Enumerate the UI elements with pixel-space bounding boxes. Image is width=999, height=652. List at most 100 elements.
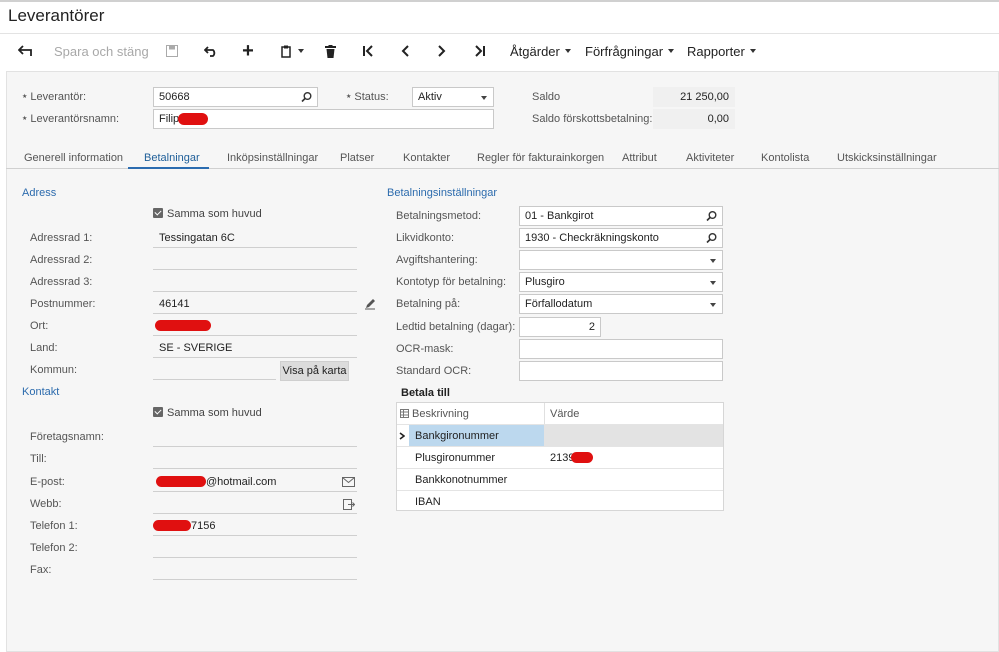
charges-select[interactable]	[519, 250, 723, 270]
contact-same-as-main[interactable]: Samma som huvud	[153, 407, 262, 419]
municipality-field[interactable]	[153, 360, 276, 380]
table-row[interactable]: Plusgironummer 2139	[397, 446, 723, 468]
reports-menu[interactable]: Rapporter	[687, 40, 756, 62]
status-value: Aktiv	[418, 91, 442, 103]
standard-ocr-field[interactable]	[519, 361, 723, 381]
chevron-down-icon	[668, 49, 675, 53]
row-value[interactable]	[544, 491, 723, 512]
pay-by-value: Förfallodatum	[525, 298, 593, 310]
search-icon[interactable]	[706, 211, 717, 222]
postal-code-label: Postnummer:	[30, 298, 96, 310]
save-icon[interactable]	[163, 40, 181, 62]
chevron-down-icon	[749, 49, 756, 53]
delete-icon[interactable]	[320, 40, 340, 62]
company-name-field[interactable]	[153, 427, 357, 447]
address-line2-label: Adressrad 2:	[30, 254, 93, 266]
column-header-value[interactable]: Värde	[544, 403, 723, 424]
tab-locations[interactable]: Platser	[340, 152, 374, 164]
checkbox-checked-icon[interactable]	[153, 407, 163, 417]
cash-account-field[interactable]: 1930 - Checkräkningskonto	[519, 228, 723, 248]
vendor-name-label: Leverantörsnamn:	[22, 113, 119, 125]
table-row[interactable]: Bankgironummer	[397, 424, 723, 446]
country-field[interactable]: SE - SVERIGE	[153, 338, 357, 358]
search-icon[interactable]	[706, 233, 717, 244]
last-record-icon[interactable]	[470, 40, 490, 62]
top-border	[0, 0, 999, 2]
tab-mailing-settings[interactable]: Utskicksinställningar	[837, 152, 937, 164]
tab-payments[interactable]: Betalningar	[144, 152, 200, 164]
checkbox-checked-icon[interactable]	[153, 208, 163, 218]
attention-field[interactable]	[153, 449, 357, 469]
chevron-down-icon	[710, 281, 716, 285]
account-type-label: Kontotyp för betalning:	[396, 276, 507, 288]
tab-purchase-settings[interactable]: Inköpsinställningar	[227, 152, 318, 164]
address-line3-field[interactable]	[153, 272, 357, 292]
row-value[interactable]	[544, 469, 723, 490]
vendor-field[interactable]: 50668	[153, 87, 318, 107]
redaction-mark	[153, 520, 191, 531]
copy-paste-icon[interactable]	[277, 40, 307, 62]
row-value[interactable]: 2139	[544, 447, 723, 468]
mail-icon[interactable]	[342, 477, 355, 487]
city-label: Ort:	[30, 320, 49, 332]
phone2-label: Telefon 2:	[30, 542, 78, 554]
tab-invoice-inbox-rules[interactable]: Regler för fakturainkorgen	[477, 152, 604, 164]
column-header-description[interactable]: Beskrivning	[412, 403, 544, 424]
row-description: IBAN	[415, 495, 441, 508]
show-on-map-button[interactable]: Visa på karta	[280, 361, 349, 381]
pay-to-title: Betala till	[401, 387, 450, 399]
phone1-field[interactable]: 7156	[153, 516, 357, 536]
municipality-label: Kommun:	[30, 364, 78, 376]
first-record-icon[interactable]	[358, 40, 378, 62]
tab-activities[interactable]: Aktiviteter	[686, 152, 734, 164]
address-line1-field[interactable]: Tessingatan 6C	[153, 228, 357, 248]
inquiries-menu[interactable]: Förfrågningar	[585, 40, 675, 62]
previous-record-icon[interactable]	[395, 40, 415, 62]
pay-by-select[interactable]: Förfallodatum	[519, 294, 723, 314]
phone2-field[interactable]	[153, 538, 357, 558]
open-link-icon[interactable]	[343, 499, 356, 510]
row-selector-icon	[397, 425, 409, 446]
ocr-mask-field[interactable]	[519, 339, 723, 359]
search-icon[interactable]	[301, 92, 312, 103]
table-row[interactable]: IBAN	[397, 490, 723, 512]
payment-method-field[interactable]: 01 - Bankgirot	[519, 206, 723, 226]
tab-account-list[interactable]: Kontolista	[761, 152, 809, 164]
tab-general[interactable]: Generell information	[24, 152, 123, 164]
next-record-icon[interactable]	[432, 40, 452, 62]
postal-code-field[interactable]: 46141	[153, 294, 357, 314]
redaction-mark	[156, 476, 206, 487]
edit-pencil-icon[interactable]	[364, 298, 376, 310]
vendor-name-field[interactable]: Filip	[153, 109, 494, 129]
web-field[interactable]	[153, 494, 357, 514]
table-row[interactable]: Bankkonotnummer	[397, 468, 723, 490]
redaction-mark	[178, 113, 209, 125]
chevron-down-icon	[481, 96, 487, 100]
account-type-select[interactable]: Plusgiro	[519, 272, 723, 292]
row-description: Bankgironummer	[409, 425, 544, 446]
lead-time-field[interactable]: 2	[519, 317, 601, 337]
address-same-as-main[interactable]: Samma som huvud	[153, 208, 262, 220]
add-icon[interactable]: +	[238, 40, 258, 62]
tab-contacts[interactable]: Kontakter	[403, 152, 450, 164]
phone1-value: 7156	[191, 519, 216, 532]
fax-field[interactable]	[153, 560, 357, 580]
contact-same-as-main-label: Samma som huvud	[167, 407, 262, 419]
save-close-button[interactable]: Spara och stäng	[54, 40, 149, 62]
payment-settings-title: Betalningsinställningar	[387, 187, 498, 199]
status-select[interactable]: Aktiv	[412, 87, 494, 107]
standard-ocr-label: Standard OCR:	[396, 365, 472, 377]
actions-menu[interactable]: Åtgärder	[510, 40, 571, 62]
row-value[interactable]	[544, 425, 723, 446]
undo-icon[interactable]	[201, 40, 221, 62]
ocr-mask-label: OCR-mask:	[396, 343, 454, 355]
vendor-name-value: Filip	[159, 113, 180, 125]
city-field[interactable]	[153, 316, 357, 336]
email-field[interactable]: @hotmail.com	[153, 472, 357, 492]
back-icon[interactable]	[14, 40, 36, 62]
grid-settings-icon[interactable]	[398, 403, 410, 424]
tab-attributes[interactable]: Attribut	[622, 152, 657, 164]
address-line2-field[interactable]	[153, 250, 357, 270]
status-label: Status:	[346, 91, 388, 103]
inquiries-menu-label: Förfrågningar	[585, 43, 664, 59]
